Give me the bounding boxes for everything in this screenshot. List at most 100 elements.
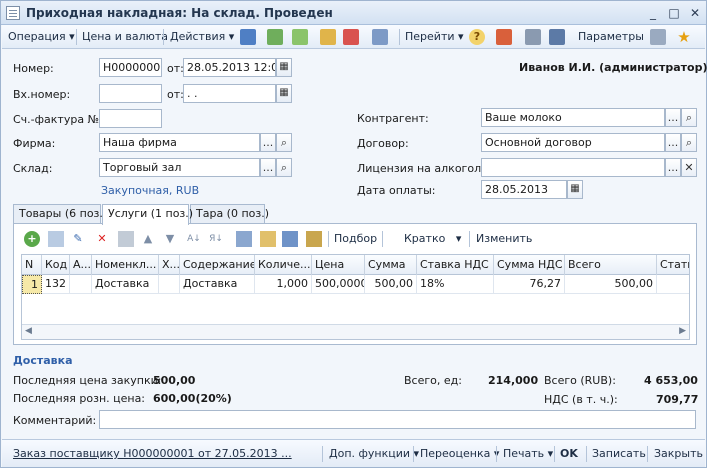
search-icon[interactable]: ⌕: [276, 133, 292, 152]
column-header[interactable]: Всего: [565, 255, 657, 275]
move-down-icon[interactable]: ▼: [162, 231, 178, 247]
delete-icon[interactable]: ✕: [94, 231, 110, 247]
copy-icon[interactable]: [236, 231, 252, 247]
tab-goods[interactable]: Товары (6 поз.): [13, 204, 107, 224]
contract-select-button[interactable]: ...: [665, 133, 681, 152]
column-header[interactable]: Номенкл...: [92, 255, 159, 275]
supplier-order-link[interactable]: Заказ поставщику Н000000001 от 27.05.201…: [13, 446, 292, 462]
counterparty-select-button[interactable]: ...: [665, 108, 681, 127]
column-header[interactable]: Стать: [657, 255, 689, 275]
cell-article[interactable]: [657, 275, 689, 294]
in-date-field[interactable]: . .: [183, 84, 276, 103]
license-select-button[interactable]: ...: [665, 158, 681, 177]
firm-select-button[interactable]: ...: [260, 133, 276, 152]
sort-asc-icon[interactable]: A↓: [186, 231, 202, 247]
cell-code[interactable]: 132: [42, 275, 70, 294]
paste-icon[interactable]: [260, 231, 276, 247]
actions-menu[interactable]: Действия ▾: [170, 28, 234, 46]
warehouse-select-button[interactable]: ...: [260, 158, 276, 177]
based-on-icon[interactable]: [320, 29, 336, 45]
comment-field[interactable]: [99, 410, 696, 429]
column-header[interactable]: Ставка НДС: [417, 255, 494, 275]
maximize-button[interactable]: □: [665, 4, 683, 22]
save-button[interactable]: Записать: [592, 446, 646, 462]
change-button[interactable]: Изменить: [476, 230, 532, 248]
column-header[interactable]: Сумма: [365, 255, 417, 275]
column-header[interactable]: Содержание: [180, 255, 255, 275]
column-header[interactable]: Сумма НДС: [494, 255, 565, 275]
minimize-button[interactable]: _: [644, 4, 662, 22]
cell-vat-sum[interactable]: 76,27: [494, 275, 565, 294]
pick-button[interactable]: Подбор: [334, 230, 377, 248]
column-header[interactable]: Код: [42, 255, 70, 275]
goto-menu[interactable]: Перейти ▾: [405, 28, 464, 46]
clipboard-icon[interactable]: [306, 231, 322, 247]
end-edit-icon[interactable]: [118, 231, 134, 247]
counterparty-field[interactable]: Ваше молоко: [481, 108, 665, 127]
refresh-icon[interactable]: [267, 29, 283, 45]
calendar-icon[interactable]: ▦: [567, 180, 583, 199]
settings-list-icon[interactable]: [549, 29, 565, 45]
number-field[interactable]: Н000000000: [99, 58, 162, 77]
move-up-icon[interactable]: ▲: [140, 231, 156, 247]
date-field[interactable]: 28.05.2013 12:00:: [183, 58, 276, 77]
cell-content[interactable]: Доставка: [180, 275, 255, 294]
warehouse-field[interactable]: Торговый зал: [99, 158, 260, 177]
close-form-button[interactable]: Закрыть: [654, 446, 703, 462]
tab-services[interactable]: Услуги (1 поз.): [102, 204, 193, 225]
print-menu[interactable]: Печать ▾: [503, 446, 553, 462]
params-button[interactable]: Параметры: [578, 28, 644, 46]
operation-menu[interactable]: Операция ▾: [8, 28, 75, 46]
add-icon[interactable]: +: [24, 231, 40, 247]
extra-functions-menu[interactable]: Доп. функции ▾: [329, 446, 419, 462]
search-icon[interactable]: ⌕: [276, 158, 292, 177]
cell-quantity[interactable]: 1,000: [255, 275, 312, 294]
search-icon[interactable]: ⌕: [681, 108, 697, 127]
contract-field[interactable]: Основной договор: [481, 133, 665, 152]
brief-dropdown[interactable]: Кратко ▾: [404, 230, 461, 248]
price-currency-button[interactable]: Цена и валюта: [82, 28, 168, 46]
pay-date-field[interactable]: 28.05.2013: [481, 180, 567, 199]
invoice-field[interactable]: [99, 109, 162, 128]
columns-icon[interactable]: [650, 29, 666, 45]
column-header[interactable]: А...: [70, 255, 92, 275]
ok-button[interactable]: OK: [560, 446, 578, 462]
edit-icon[interactable]: ✎: [70, 231, 86, 247]
close-button[interactable]: ✕: [686, 4, 704, 22]
column-header[interactable]: N: [22, 255, 42, 275]
cell-total[interactable]: 500,00: [565, 275, 657, 294]
services-table[interactable]: N Код А... Номенкл... Х... Содержание Ко…: [21, 254, 690, 340]
fill-icon[interactable]: [282, 231, 298, 247]
firm-field[interactable]: Наша фирма: [99, 133, 260, 152]
scroll-left-icon[interactable]: ◀: [25, 326, 32, 336]
cell-vat-rate[interactable]: 18%: [417, 275, 494, 294]
column-header[interactable]: Х...: [159, 255, 180, 275]
scroll-right-icon[interactable]: ▶: [679, 326, 686, 336]
sort-desc-icon[interactable]: Я↓: [208, 231, 224, 247]
cell-x[interactable]: [159, 275, 180, 294]
column-header[interactable]: Количе...: [255, 255, 312, 275]
calendar-icon[interactable]: ▦: [276, 84, 292, 103]
revaluation-menu[interactable]: Переоценка ▾: [420, 446, 499, 462]
search-icon[interactable]: ⌕: [681, 133, 697, 152]
copy-row-icon[interactable]: [48, 231, 64, 247]
cell-nomenclature[interactable]: Доставка: [92, 275, 159, 294]
post-document-icon[interactable]: [240, 29, 256, 45]
list-icon[interactable]: [525, 29, 541, 45]
cell-price[interactable]: 500,0000: [312, 275, 365, 294]
cell-a[interactable]: [70, 275, 92, 294]
print-settings-icon[interactable]: [372, 29, 388, 45]
table-row[interactable]: 1 132 Доставка Доставка 1,000 500,0000 5…: [22, 275, 689, 294]
clear-icon[interactable]: ✕: [681, 158, 697, 177]
horizontal-scrollbar[interactable]: ◀ ▶: [22, 324, 689, 339]
cell-n[interactable]: 1: [22, 275, 42, 294]
favorite-star-icon[interactable]: ★: [676, 29, 692, 45]
cell-sum[interactable]: 500,00: [365, 275, 417, 294]
tab-containers[interactable]: Тара (0 поз.): [190, 204, 269, 224]
movements-icon[interactable]: [343, 29, 359, 45]
calendar-icon[interactable]: ▦: [276, 58, 292, 77]
license-field[interactable]: [481, 158, 665, 177]
copy-document-icon[interactable]: [292, 29, 308, 45]
price-type-link[interactable]: Закупочная, RUB: [101, 184, 199, 197]
in-number-field[interactable]: [99, 84, 162, 103]
